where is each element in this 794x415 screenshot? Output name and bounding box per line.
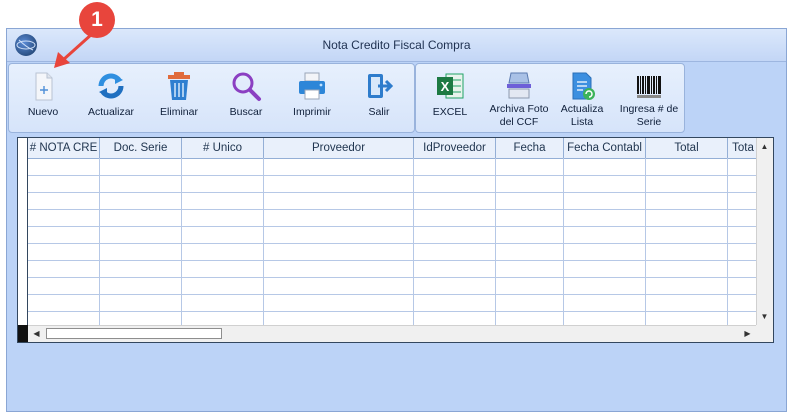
new-document-icon xyxy=(27,70,59,102)
buscar-label: Buscar xyxy=(229,106,263,118)
toolbar-group-main: Nuevo Actualizar Eliminar Buscar Imprimi… xyxy=(8,63,415,133)
row-selector-strip[interactable] xyxy=(18,158,28,325)
actualizar-label: Actualizar xyxy=(87,106,135,118)
column-header-unico[interactable]: # Unico xyxy=(182,138,264,158)
buscar-button[interactable]: Buscar xyxy=(221,64,271,132)
grid-corner-cell xyxy=(18,138,28,158)
step-number: 1 xyxy=(91,8,103,31)
step-number-badge: 1 xyxy=(79,2,115,38)
eliminar-button[interactable]: Eliminar xyxy=(154,64,204,132)
excel-button[interactable]: X EXCEL xyxy=(428,64,472,132)
salir-label: Salir xyxy=(368,106,390,118)
horizontal-scroll-thumb[interactable] xyxy=(46,328,222,339)
toolbar-group-extra: X EXCEL Archiva Foto del CCF Actualiza Lis… xyxy=(415,63,685,133)
ingresa-serie-button[interactable]: Ingresa # de Serie xyxy=(614,64,684,132)
column-header-doc-serie[interactable]: Doc. Serie xyxy=(100,138,182,158)
nuevo-label: Nuevo xyxy=(27,106,59,118)
nuevo-button[interactable]: Nuevo xyxy=(23,64,63,132)
grid-line xyxy=(181,158,182,325)
column-header-nota-cre[interactable]: # NOTA CRE xyxy=(28,138,100,158)
grid-line xyxy=(495,158,496,325)
grid-header: # NOTA CRE Doc. Serie # Unico Proveedor … xyxy=(18,138,756,159)
grid-line xyxy=(28,294,756,295)
printer-icon xyxy=(296,70,328,102)
trash-icon xyxy=(163,70,195,102)
refresh-list-icon xyxy=(566,70,598,102)
column-header-idproveedor[interactable]: IdProveedor xyxy=(414,138,496,158)
grid-line xyxy=(263,158,264,325)
grid-line xyxy=(645,158,646,325)
archiva-foto-label: Archiva Foto del CCF xyxy=(489,103,549,128)
archiva-foto-button[interactable]: Archiva Foto del CCF xyxy=(484,64,554,132)
scanner-icon xyxy=(503,70,535,102)
column-header-fecha[interactable]: Fecha xyxy=(496,138,564,158)
column-header-total[interactable]: Total xyxy=(646,138,728,158)
ingresa-serie-label: Ingresa # de Serie xyxy=(619,103,679,128)
data-grid[interactable]: # NOTA CRE Doc. Serie # Unico Proveedor … xyxy=(17,137,774,343)
grid-line xyxy=(413,158,414,325)
column-header-total-2[interactable]: Tota xyxy=(728,138,758,158)
grid-line xyxy=(28,192,756,193)
magnifier-icon xyxy=(230,70,262,102)
imprimir-label: Imprimir xyxy=(293,106,331,118)
vertical-scrollbar[interactable]: ▲ ▼ xyxy=(756,138,773,325)
grid-line xyxy=(28,175,756,176)
excel-label: EXCEL xyxy=(432,106,468,118)
column-header-proveedor[interactable]: Proveedor xyxy=(264,138,414,158)
excel-icon: X xyxy=(434,70,466,102)
scroll-right-icon[interactable]: ▶ xyxy=(740,326,755,341)
actualiza-lista-label: Actualiza Lista xyxy=(560,103,604,128)
exit-door-icon xyxy=(363,70,395,102)
title-bar: Nota Credito Fiscal Compra xyxy=(7,29,786,62)
refresh-icon xyxy=(95,70,127,102)
grid-line xyxy=(28,243,756,244)
column-header-fecha-contable[interactable]: Fecha Contabl xyxy=(564,138,646,158)
grid-line xyxy=(28,226,756,227)
grid-line xyxy=(28,311,756,312)
grid-line xyxy=(99,158,100,325)
excel-icon-glyph: X xyxy=(440,79,450,94)
grid-line xyxy=(727,158,728,325)
grid-line xyxy=(28,260,756,261)
scroll-up-icon[interactable]: ▲ xyxy=(757,139,772,154)
grid-line xyxy=(28,277,756,278)
actualiza-lista-button[interactable]: Actualiza Lista xyxy=(556,64,608,132)
scroll-down-icon[interactable]: ▼ xyxy=(757,309,772,324)
eliminar-label: Eliminar xyxy=(160,106,198,118)
app-window: Nota Credito Fiscal Compra Nuevo Actuali… xyxy=(6,28,787,412)
grid-line xyxy=(28,209,756,210)
grid-line xyxy=(563,158,564,325)
salir-button[interactable]: Salir xyxy=(357,64,401,132)
horizontal-scrollbar[interactable]: ◀ ▶ xyxy=(28,325,756,342)
barcode-icon xyxy=(633,70,665,102)
actualizar-button[interactable]: Actualizar xyxy=(81,64,141,132)
scroll-left-icon[interactable]: ◀ xyxy=(29,326,44,341)
imprimir-button[interactable]: Imprimir xyxy=(285,64,339,132)
window-title: Nota Credito Fiscal Compra xyxy=(322,38,471,52)
row-selector-footer xyxy=(18,325,28,342)
scrollbar-corner xyxy=(756,325,773,342)
